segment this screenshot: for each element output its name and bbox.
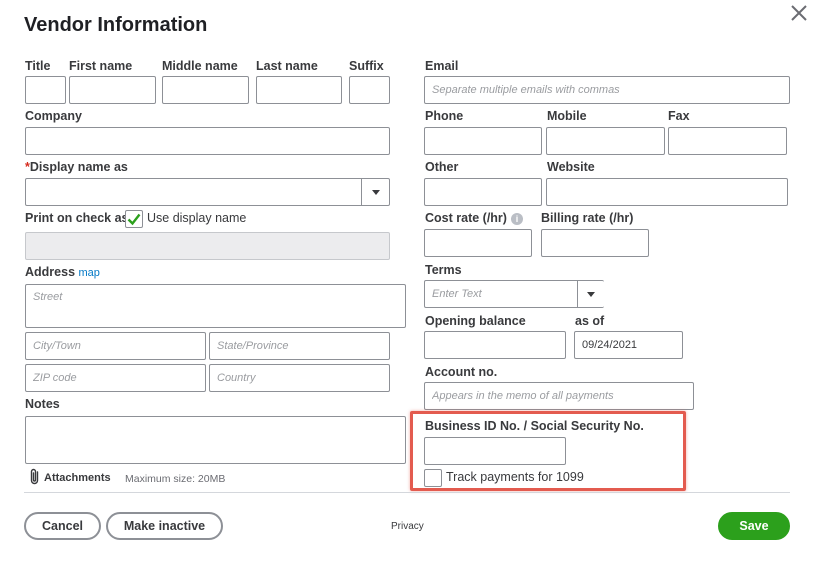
state-input[interactable] xyxy=(209,332,390,360)
first-name-label: First name xyxy=(69,59,133,73)
first-name-input[interactable] xyxy=(69,76,156,104)
terms-label: Terms xyxy=(425,263,462,277)
billing-rate-label: Billing rate (/hr) xyxy=(541,211,634,225)
fax-input[interactable] xyxy=(668,127,787,155)
account-no-input[interactable] xyxy=(424,382,694,410)
terms-input[interactable] xyxy=(424,280,578,308)
email-input[interactable] xyxy=(424,76,790,104)
notes-label: Notes xyxy=(25,397,60,411)
chevron-down-icon xyxy=(371,189,380,195)
title-input[interactable] xyxy=(25,76,66,104)
as-of-label: as of xyxy=(575,314,605,328)
display-name-label: *Display name as xyxy=(25,160,128,174)
chevron-down-icon xyxy=(587,291,595,297)
opening-balance-input[interactable] xyxy=(424,331,566,359)
business-id-label: Business ID No. / Social Security No. xyxy=(425,419,644,433)
billing-rate-input[interactable] xyxy=(541,229,649,257)
dialog-title: Vendor Information xyxy=(24,14,208,36)
track-1099-checkbox[interactable] xyxy=(424,469,442,487)
opening-balance-label: Opening balance xyxy=(425,314,526,328)
make-inactive-button[interactable]: Make inactive xyxy=(106,512,223,540)
terms-dropdown-button[interactable] xyxy=(577,280,604,308)
company-input[interactable] xyxy=(25,127,390,155)
last-name-label: Last name xyxy=(256,59,318,73)
map-link[interactable]: map xyxy=(79,267,100,279)
middle-name-input[interactable] xyxy=(162,76,249,104)
company-label: Company xyxy=(25,109,82,123)
suffix-input[interactable] xyxy=(349,76,390,104)
zip-input[interactable] xyxy=(25,364,206,392)
other-label: Other xyxy=(425,160,459,174)
phone-input[interactable] xyxy=(424,127,542,155)
print-on-check-input xyxy=(25,232,390,260)
cost-rate-input[interactable] xyxy=(424,229,532,257)
notes-input[interactable] xyxy=(25,416,406,464)
display-name-dropdown-button[interactable] xyxy=(361,178,390,206)
title-label: Title xyxy=(25,59,51,73)
privacy-link[interactable]: Privacy xyxy=(391,521,424,532)
city-input[interactable] xyxy=(25,332,206,360)
email-label: Email xyxy=(425,59,459,73)
save-button[interactable]: Save xyxy=(718,512,790,540)
use-display-name-label: Use display name xyxy=(147,211,247,225)
middle-name-label: Middle name xyxy=(162,59,238,73)
street-input[interactable] xyxy=(25,284,406,328)
max-size-text: Maximum size: 20MB xyxy=(125,473,226,485)
other-input[interactable] xyxy=(424,178,542,206)
last-name-input[interactable] xyxy=(256,76,342,104)
suffix-label: Suffix xyxy=(349,59,384,73)
business-id-input[interactable] xyxy=(424,437,566,465)
phone-label: Phone xyxy=(425,109,464,123)
mobile-label: Mobile xyxy=(547,109,587,123)
mobile-input[interactable] xyxy=(546,127,665,155)
close-icon[interactable] xyxy=(789,3,809,23)
account-no-label: Account no. xyxy=(425,365,498,379)
country-input[interactable] xyxy=(209,364,390,392)
website-label: Website xyxy=(547,160,595,174)
checkmark-icon xyxy=(127,213,141,226)
print-on-check-label: Print on check as xyxy=(25,211,129,225)
as-of-date-input[interactable] xyxy=(574,331,683,359)
address-label: Address map xyxy=(25,265,100,279)
footer-divider xyxy=(24,492,790,493)
attachments-link[interactable]: Attachments xyxy=(44,472,111,484)
website-input[interactable] xyxy=(546,178,788,206)
cancel-button[interactable]: Cancel xyxy=(24,512,101,540)
cost-rate-label: Cost rate (/hr) i xyxy=(425,211,523,225)
fax-label: Fax xyxy=(668,109,690,123)
track-1099-label: Track payments for 1099 xyxy=(446,470,584,484)
display-name-input[interactable] xyxy=(25,178,362,206)
info-icon[interactable]: i xyxy=(510,212,523,225)
paperclip-icon[interactable] xyxy=(28,468,42,486)
use-display-name-checkbox[interactable] xyxy=(125,210,143,228)
